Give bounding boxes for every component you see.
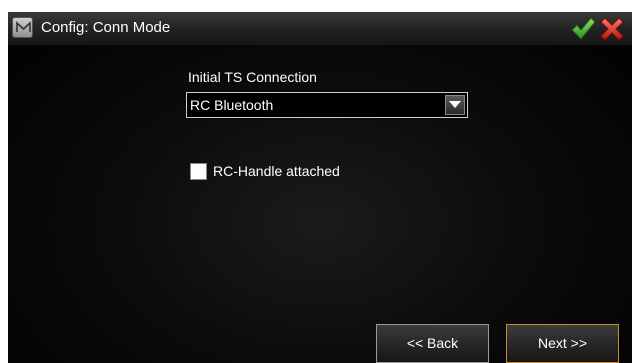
device-frame: Config: Conn Mode Initial TS Connection …	[0, 0, 632, 363]
back-button[interactable]: << Back	[376, 324, 489, 363]
page-title: Config: Conn Mode	[41, 19, 171, 36]
initial-ts-connection-label: Initial TS Connection	[188, 69, 317, 85]
title-bar: Config: Conn Mode	[8, 12, 632, 46]
initial-ts-connection-select[interactable]: RC Bluetooth	[186, 92, 468, 118]
ok-button[interactable]	[569, 16, 597, 42]
rc-handle-label[interactable]: RC-Handle attached	[213, 162, 340, 180]
dropdown-toggle[interactable]	[445, 95, 465, 115]
rc-handle-checkbox[interactable]	[190, 163, 207, 180]
chevron-down-icon	[449, 101, 461, 108]
close-icon	[600, 17, 624, 41]
app-screen: Config: Conn Mode Initial TS Connection …	[8, 12, 632, 363]
cancel-button[interactable]	[598, 16, 626, 42]
menu-button[interactable]	[12, 17, 33, 38]
next-button[interactable]: Next >>	[506, 324, 619, 363]
check-icon	[571, 17, 596, 40]
selected-connection-value: RC Bluetooth	[190, 97, 274, 113]
m-menu-icon	[16, 21, 31, 32]
